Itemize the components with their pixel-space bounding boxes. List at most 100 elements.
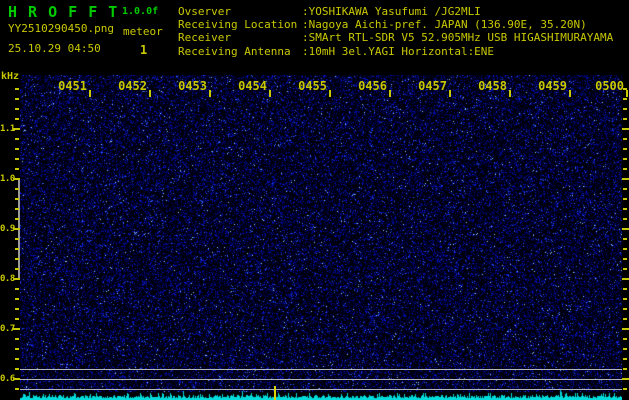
freq-minor-tick xyxy=(623,248,627,250)
freq-minor-tick xyxy=(15,298,19,300)
info-label: Ovserver xyxy=(178,5,231,18)
freq-major-tick xyxy=(13,178,20,180)
freq-minor-tick xyxy=(623,198,627,200)
datetime-label: 25.10.29 04:50 xyxy=(8,42,101,55)
meteor-count: 1 xyxy=(140,43,148,57)
freq-unit-label: kHz xyxy=(1,71,20,82)
mode-label: meteor xyxy=(123,25,163,38)
carrier-line xyxy=(20,379,622,380)
freq-minor-tick xyxy=(15,108,19,110)
freq-major-tick xyxy=(622,178,629,180)
time-tick xyxy=(449,90,451,97)
freq-major-tick xyxy=(13,228,20,230)
info-value: :SMArt RTL-SDR V5 52.905MHz USB HIGASHIM… xyxy=(302,31,614,45)
freq-minor-tick xyxy=(15,348,19,350)
freq-minor-tick xyxy=(623,118,627,120)
freq-major-tick xyxy=(622,328,629,330)
freq-minor-tick xyxy=(15,218,19,220)
freq-major-tick xyxy=(13,278,20,280)
freq-tick-label: 0.8 xyxy=(0,274,15,284)
freq-tick-label: 0.9 xyxy=(0,224,15,234)
spectrogram xyxy=(20,75,622,400)
freq-minor-tick xyxy=(623,318,627,320)
freq-minor-tick xyxy=(15,88,19,90)
freq-minor-tick xyxy=(15,198,19,200)
freq-minor-tick xyxy=(15,148,19,150)
time-tick xyxy=(329,90,331,97)
freq-minor-tick xyxy=(15,208,19,210)
freq-minor-tick xyxy=(15,98,19,100)
freq-major-tick xyxy=(622,278,629,280)
freq-minor-tick xyxy=(623,148,627,150)
freq-minor-tick xyxy=(623,138,627,140)
freq-tick-label: 1.0 xyxy=(0,174,15,184)
freq-minor-tick xyxy=(15,168,19,170)
time-tick-label: 0453 xyxy=(178,79,207,93)
time-tick xyxy=(89,90,91,97)
time-tick-label: 0454 xyxy=(238,79,267,93)
freq-major-tick xyxy=(13,328,20,330)
time-tick-label: 0452 xyxy=(118,79,147,93)
info-row-observer: Ovserver :YOSHIKAWA Yasufumi /JG2MLI xyxy=(178,5,613,18)
freq-minor-tick xyxy=(623,348,627,350)
freq-minor-tick xyxy=(15,138,19,140)
station-info: Ovserver :YOSHIKAWA Yasufumi /JG2MLI Rece… xyxy=(178,5,613,58)
info-value: :YOSHIKAWA Yasufumi /JG2MLI xyxy=(302,5,481,18)
freq-minor-tick xyxy=(623,218,627,220)
freq-tick-label: 0.6 xyxy=(0,374,15,384)
time-tick xyxy=(626,90,628,97)
info-row-receiver: Receiver :SMArt RTL-SDR V5 52.905MHz USB … xyxy=(178,31,613,44)
freq-minor-tick xyxy=(15,248,19,250)
freq-major-tick xyxy=(13,128,20,130)
app-title: H R O F F T xyxy=(8,3,119,21)
freq-minor-tick xyxy=(623,168,627,170)
freq-minor-tick xyxy=(15,288,19,290)
freq-minor-tick xyxy=(623,88,627,90)
app-version: 1.0.0f xyxy=(122,6,159,17)
freq-minor-tick xyxy=(15,388,19,390)
freq-minor-tick xyxy=(623,238,627,240)
freq-minor-tick xyxy=(15,308,19,310)
freq-minor-tick xyxy=(623,308,627,310)
time-tick-label: 0456 xyxy=(358,79,387,93)
info-row-antenna: Receiving Antenna :10mH 3el.YAGI Horizont… xyxy=(178,45,613,58)
freq-minor-tick xyxy=(15,118,19,120)
freq-minor-tick xyxy=(15,318,19,320)
info-value: :Nagoya Aichi-pref. JAPAN (136.90E, 35.2… xyxy=(302,18,587,32)
freq-minor-tick xyxy=(15,188,19,190)
freq-minor-tick xyxy=(15,268,19,270)
freq-minor-tick xyxy=(623,298,627,300)
freq-minor-tick xyxy=(15,338,19,340)
freq-minor-tick xyxy=(15,238,19,240)
time-tick xyxy=(389,90,391,97)
carrier-line xyxy=(20,389,622,390)
time-tick-label: 0451 xyxy=(58,79,87,93)
freq-major-tick xyxy=(13,378,20,380)
freq-minor-tick xyxy=(623,208,627,210)
time-tick-label: 0459 xyxy=(538,79,567,93)
freq-minor-tick xyxy=(623,158,627,160)
freq-minor-tick xyxy=(623,388,627,390)
freq-minor-tick xyxy=(15,258,19,260)
freq-minor-tick xyxy=(623,288,627,290)
time-tick xyxy=(509,90,511,97)
time-tick xyxy=(269,90,271,97)
freq-minor-tick xyxy=(15,358,19,360)
freq-minor-tick xyxy=(15,158,19,160)
info-label: Receiving Antenna xyxy=(178,44,291,58)
time-tick-label: 0457 xyxy=(418,79,447,93)
freq-major-tick xyxy=(622,128,629,130)
freq-tick-label: 0.7 xyxy=(0,324,15,334)
time-tick xyxy=(149,90,151,97)
freq-minor-tick xyxy=(623,108,627,110)
freq-minor-tick xyxy=(623,98,627,100)
info-value: :10mH 3el.YAGI Horizontal:ENE xyxy=(302,44,495,58)
filename-label: YY2510290450.png xyxy=(8,22,114,35)
time-tick-label: 0458 xyxy=(478,79,507,93)
freq-minor-tick xyxy=(623,188,627,190)
info-label: Receiving Location xyxy=(178,18,298,32)
freq-minor-tick xyxy=(15,368,19,370)
freq-minor-tick xyxy=(623,338,627,340)
info-label: Receiver xyxy=(178,31,231,45)
meteor-marker xyxy=(274,386,276,400)
